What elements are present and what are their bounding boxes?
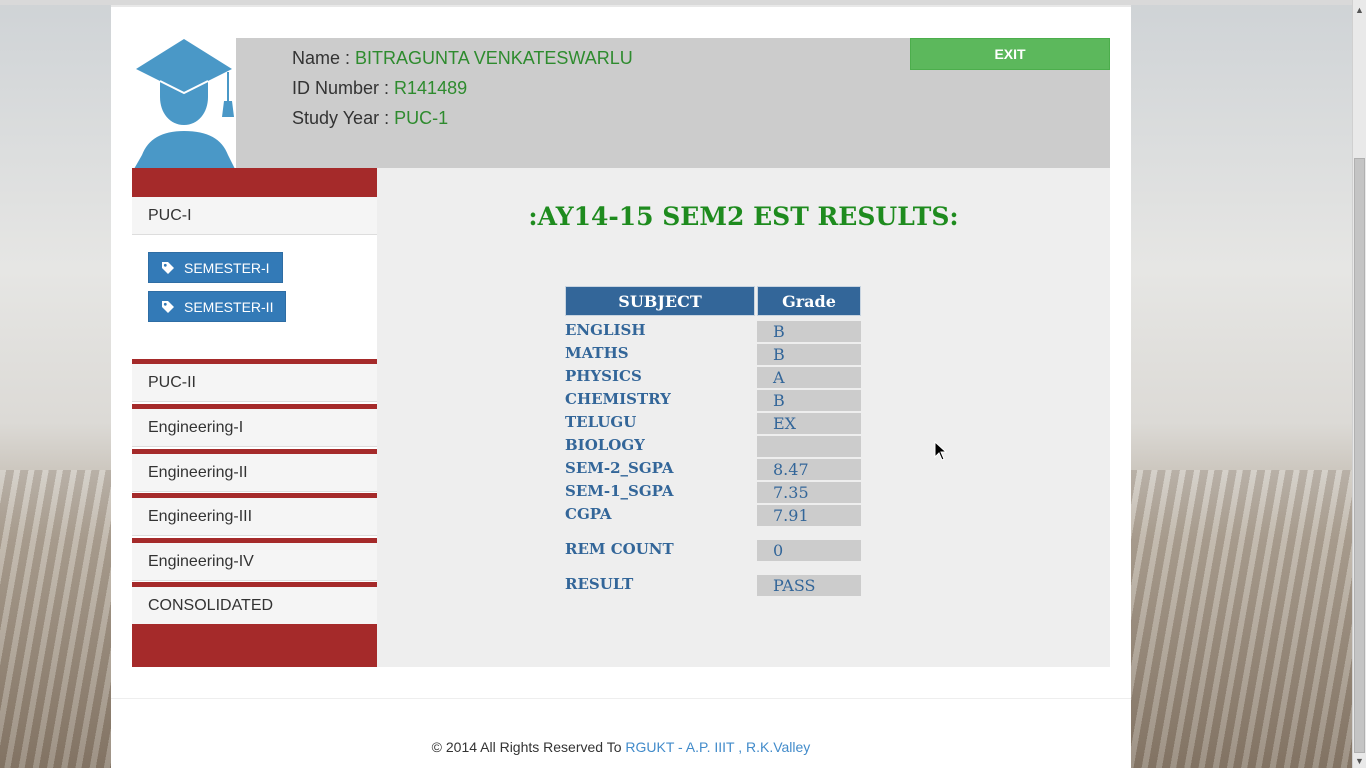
year-label: Study Year : xyxy=(292,108,395,128)
subject-cell: CGPA xyxy=(565,505,612,523)
result-label: RESULT xyxy=(565,575,634,593)
sidebar-item-engineering-1[interactable]: Engineering-I xyxy=(132,409,377,447)
result-value: PASS xyxy=(757,575,861,596)
footer-text: © 2014 All Rights Reserved To xyxy=(431,739,626,755)
tag-icon xyxy=(162,261,174,274)
semester-1-label: SEMESTER-I xyxy=(184,259,270,276)
study-year: PUC-1 xyxy=(394,108,449,128)
subject-cell: SEM-2_SGPA xyxy=(565,459,674,477)
student-name-line: Name : BITRAGUNTA VENKATESWARLU xyxy=(292,48,633,69)
grade-cell: A xyxy=(757,367,861,388)
subject-cell: SEM-1_SGPA xyxy=(565,482,674,500)
grade-cell: B xyxy=(757,321,861,342)
scroll-thumb[interactable] xyxy=(1354,158,1365,753)
grade-cell: 7.35 xyxy=(757,482,861,503)
mouse-cursor-icon xyxy=(934,441,948,461)
exit-button[interactable]: EXIT xyxy=(910,38,1110,70)
grade-cell xyxy=(757,436,861,457)
subject-cell: MATHS xyxy=(565,344,629,362)
sidebar: PUC-I SEMESTER-I SEMESTER-II PUC-II Engi… xyxy=(132,168,377,667)
sidebar-bottom-band xyxy=(132,624,377,667)
grade-cell: 8.47 xyxy=(757,459,861,480)
semester-1-button[interactable]: SEMESTER-I xyxy=(148,252,283,283)
subject-cell: PHYSICS xyxy=(565,367,642,385)
grade-column-header: Grade xyxy=(757,286,861,316)
study-year-line: Study Year : PUC-1 xyxy=(292,108,448,129)
page-container: Name : BITRAGUNTA VENKATESWARLU ID Numbe… xyxy=(111,5,1131,768)
semester-2-label: SEMESTER-II xyxy=(184,298,274,315)
scroll-down-arrow-icon[interactable]: ▼ xyxy=(1353,754,1366,768)
sidebar-item-engineering-3[interactable]: Engineering-III xyxy=(132,498,377,536)
footer-divider xyxy=(111,698,1131,699)
footer-link[interactable]: RGUKT - A.P. IIIT , R.K.Valley xyxy=(625,739,810,755)
grade-cell: 7.91 xyxy=(757,505,861,526)
student-id-line: ID Number : R141489 xyxy=(292,78,467,99)
semester-2-button[interactable]: SEMESTER-II xyxy=(148,291,287,322)
subject-cell: CHEMISTRY xyxy=(565,390,671,408)
student-name: BITRAGUNTA VENKATESWARLU xyxy=(355,48,633,68)
grade-cell: B xyxy=(757,390,861,411)
vertical-scrollbar[interactable]: ▲ ▼ xyxy=(1352,0,1366,768)
grade-cell: B xyxy=(757,344,861,365)
sidebar-item-engineering-2[interactable]: Engineering-II xyxy=(132,454,377,492)
sidebar-item-consolidated[interactable]: CONSOLIDATED xyxy=(132,587,377,625)
name-label: Name : xyxy=(292,48,356,68)
tag-icon xyxy=(162,300,174,313)
student-header: Name : BITRAGUNTA VENKATESWARLU ID Numbe… xyxy=(236,38,1110,168)
scroll-up-arrow-icon[interactable]: ▲ xyxy=(1353,3,1366,17)
rem-count-label: REM COUNT xyxy=(565,540,674,558)
footer: © 2014 All Rights Reserved To RGUKT - A.… xyxy=(111,739,1131,755)
page-top-strip xyxy=(111,5,1131,7)
sidebar-item-puc1[interactable]: PUC-I xyxy=(132,197,377,235)
sidebar-top-band xyxy=(132,168,377,197)
rem-count-value: 0 xyxy=(757,540,861,561)
results-title: :AY14-15 SEM2 EST RESULTS: xyxy=(528,202,959,231)
subject-cell: TELUGU xyxy=(565,413,637,431)
sidebar-item-puc2[interactable]: PUC-II xyxy=(132,364,377,402)
subject-cell: BIOLOGY xyxy=(565,436,645,454)
grade-cell: EX xyxy=(757,413,861,434)
results-panel: :AY14-15 SEM2 EST RESULTS: SUBJECT Grade… xyxy=(377,168,1110,667)
id-label: ID Number : xyxy=(292,78,395,98)
graduate-avatar-icon xyxy=(134,39,235,169)
sidebar-item-engineering-4[interactable]: Engineering-IV xyxy=(132,543,377,581)
subject-column-header: SUBJECT xyxy=(565,286,755,316)
student-id: R141489 xyxy=(394,78,468,98)
subject-cell: ENGLISH xyxy=(565,321,646,339)
